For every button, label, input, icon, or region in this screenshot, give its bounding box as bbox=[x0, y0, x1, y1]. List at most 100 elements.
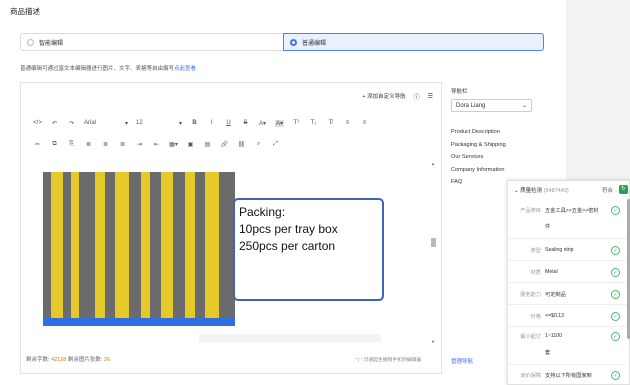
quality-check-panel: ⌄ 质量检测 (5487443) 符合 ↻ 产品类目 五金工具>>五金>>密封 … bbox=[507, 180, 630, 385]
nav-item-packaging-shipping[interactable]: Packaging & Shipping bbox=[451, 139, 506, 152]
nav-select-value: Dora Liang bbox=[456, 102, 486, 109]
check-row: 最小起订 1~1100 套 ✓ bbox=[508, 329, 626, 365]
clear-format-icon[interactable]: T̸ bbox=[326, 120, 335, 126]
vertical-scrollbar-thumb[interactable] bbox=[431, 238, 436, 247]
normal-edit-option[interactable]: 普通编辑 bbox=[283, 33, 544, 51]
insert-image-icon[interactable]: ▣ bbox=[186, 141, 195, 148]
check-row: 服务能力 可定制品 ✓ bbox=[508, 285, 626, 305]
nav-language-select[interactable]: Dora Liang ⌄ bbox=[451, 99, 532, 112]
toolbar-row-1: </> ↶ ↷ Arial ▾ 12 ▾ B I U S A▾ A▾ T¹ T₁ T… bbox=[33, 117, 369, 129]
undo-icon[interactable]: ↶ bbox=[50, 120, 59, 127]
check-value: <=$0.13 bbox=[545, 313, 565, 319]
scroll-up-arrow[interactable]: ▲ bbox=[431, 161, 435, 167]
fullscreen-icon[interactable]: ⤢ bbox=[271, 141, 280, 148]
subscript-icon[interactable]: T₁ bbox=[309, 120, 318, 126]
table-icon[interactable]: ▦▾ bbox=[169, 141, 178, 148]
nav-title: 导航栏 bbox=[451, 89, 468, 95]
editor-top-bar: + 添加自定义导航 ⓘ ☰ bbox=[21, 83, 441, 109]
check-label: 询价保障 bbox=[520, 373, 541, 379]
font-family-value: Arial bbox=[84, 120, 97, 126]
check-label: 服务能力 bbox=[520, 292, 541, 298]
section-title: 商品描述 bbox=[10, 7, 40, 16]
check-ok-icon: ✓ bbox=[611, 206, 620, 215]
check-ok-icon: ✓ bbox=[611, 332, 620, 341]
check-ok-icon: ✓ bbox=[611, 246, 620, 255]
image-library-icon[interactable]: ▤ bbox=[203, 141, 212, 148]
check-ok-icon: ✓ bbox=[611, 312, 620, 321]
check-label: 产品类目 bbox=[520, 208, 541, 214]
nav-item-product-description[interactable]: Product Description bbox=[451, 126, 506, 139]
scroll-down-arrow[interactable]: ▼ bbox=[431, 339, 435, 345]
paste-icon[interactable]: ⎘ bbox=[67, 141, 76, 148]
nav-item-company-information[interactable]: Company Information bbox=[451, 164, 506, 177]
img-count: 26 bbox=[103, 357, 111, 363]
check-value-cont: 件 bbox=[545, 224, 551, 230]
check-row: 类型 Sealing strip ✓ bbox=[508, 241, 626, 261]
radio-selected-icon[interactable] bbox=[290, 38, 297, 46]
check-value: 1~1100 bbox=[545, 333, 563, 339]
copy-icon[interactable]: ⧉ bbox=[50, 141, 59, 148]
refresh-icon[interactable]: ↻ bbox=[619, 185, 628, 194]
check-row: 询价保障 支持以下所有国家到 ✓ bbox=[508, 367, 626, 385]
view-link[interactable]: 点此查看 bbox=[174, 66, 196, 72]
list-icon[interactable]: ☰ bbox=[428, 93, 433, 100]
ordered-list-icon[interactable]: ≡ bbox=[343, 120, 352, 126]
align-left-icon[interactable]: ≣ bbox=[84, 141, 93, 148]
check-row: 材质 Metal ✓ bbox=[508, 263, 626, 283]
cut-icon[interactable]: ✂ bbox=[33, 141, 42, 148]
nav-item-our-services[interactable]: Our Services bbox=[451, 151, 506, 164]
check-count: (5487443) bbox=[543, 188, 569, 194]
redo-icon[interactable]: ↷ bbox=[67, 120, 76, 127]
check-header[interactable]: ⌄ 质量检测 (5487443) bbox=[514, 186, 569, 194]
check-value: 可定制品 bbox=[545, 292, 566, 298]
bold-icon[interactable]: B bbox=[190, 120, 199, 126]
char-count-label: 剩余字数: bbox=[26, 357, 50, 363]
check-title: 质量检测 bbox=[520, 188, 543, 194]
radio-icon[interactable] bbox=[27, 38, 34, 46]
check-ok-icon: ✓ bbox=[611, 371, 620, 380]
collapse-icon[interactable]: ⌄ bbox=[514, 188, 519, 194]
horizontal-scrollbar[interactable] bbox=[199, 334, 381, 342]
check-value: 五金工具>>五金>>密封 bbox=[545, 208, 599, 214]
align-right-icon[interactable]: ≣ bbox=[118, 141, 127, 148]
underline-icon[interactable]: U bbox=[224, 120, 233, 126]
align-center-icon[interactable]: ≣ bbox=[101, 141, 110, 148]
remaining-count: 剩余字数: 42128 剩余图片张数: 26 bbox=[26, 355, 110, 363]
font-size-select[interactable]: 12 ▾ bbox=[136, 120, 182, 127]
edit-mode-switch: 智能编辑 普通编辑 bbox=[20, 33, 544, 51]
link-icon[interactable]: 🔗 bbox=[220, 141, 229, 148]
highlight-color-icon[interactable]: A▾ bbox=[275, 119, 284, 127]
check-value-cont: 套 bbox=[545, 350, 551, 356]
outdent-icon[interactable]: ⇤ bbox=[152, 141, 161, 148]
italic-icon[interactable]: I bbox=[207, 120, 216, 126]
check-value: Sealing strip bbox=[545, 247, 574, 253]
source-code-icon[interactable]: </> bbox=[33, 120, 42, 126]
check-row: 价格 <=$0.13 ✓ bbox=[508, 307, 626, 327]
unlink-icon[interactable]: ⛓ bbox=[237, 141, 246, 148]
normal-edit-label: 普通编辑 bbox=[302, 40, 327, 47]
packing-info-box[interactable]: Packing: 10pcs per tray box 250pcs per c… bbox=[233, 198, 384, 301]
check-label: 类型 bbox=[530, 248, 541, 254]
add-custom-nav-button[interactable]: + 添加自定义导航 bbox=[362, 92, 405, 100]
product-image[interactable] bbox=[43, 172, 235, 325]
edit-description: 普通编辑可通过富文本编辑器进行图片、文字、表格等自由撰写点此查看 bbox=[20, 64, 196, 72]
font-family-select[interactable]: Arial ▾ bbox=[84, 120, 128, 127]
check-value: 支持以下所有国家到 bbox=[545, 373, 592, 379]
font-size-value: 12 bbox=[136, 120, 143, 126]
img-count-label: 剩余图片张数: bbox=[67, 357, 103, 363]
superscript-icon[interactable]: T¹ bbox=[292, 120, 301, 126]
manage-nav-link[interactable]: 管理导航 bbox=[451, 357, 473, 365]
check-ok-icon: ✓ bbox=[611, 268, 620, 277]
smart-edit-option[interactable]: 智能编辑 bbox=[21, 34, 283, 50]
unordered-list-icon[interactable]: ≡ bbox=[360, 120, 369, 126]
char-count: 42128 bbox=[51, 357, 67, 363]
indent-icon[interactable]: ⇥ bbox=[135, 141, 144, 148]
chevron-down-icon: ▾ bbox=[124, 120, 128, 127]
nav-item-faq[interactable]: FAQ bbox=[451, 176, 506, 189]
strikethrough-icon[interactable]: S bbox=[241, 120, 250, 126]
help-icon[interactable]: ⓘ bbox=[414, 92, 420, 101]
chevron-down-icon: ▾ bbox=[178, 120, 182, 127]
find-icon[interactable]: ⌕ bbox=[254, 141, 263, 148]
font-color-icon[interactable]: A▾ bbox=[258, 120, 267, 127]
description-text: 普通编辑可通过富文本编辑器进行图片、文字、表格等自由撰写 bbox=[20, 66, 175, 72]
